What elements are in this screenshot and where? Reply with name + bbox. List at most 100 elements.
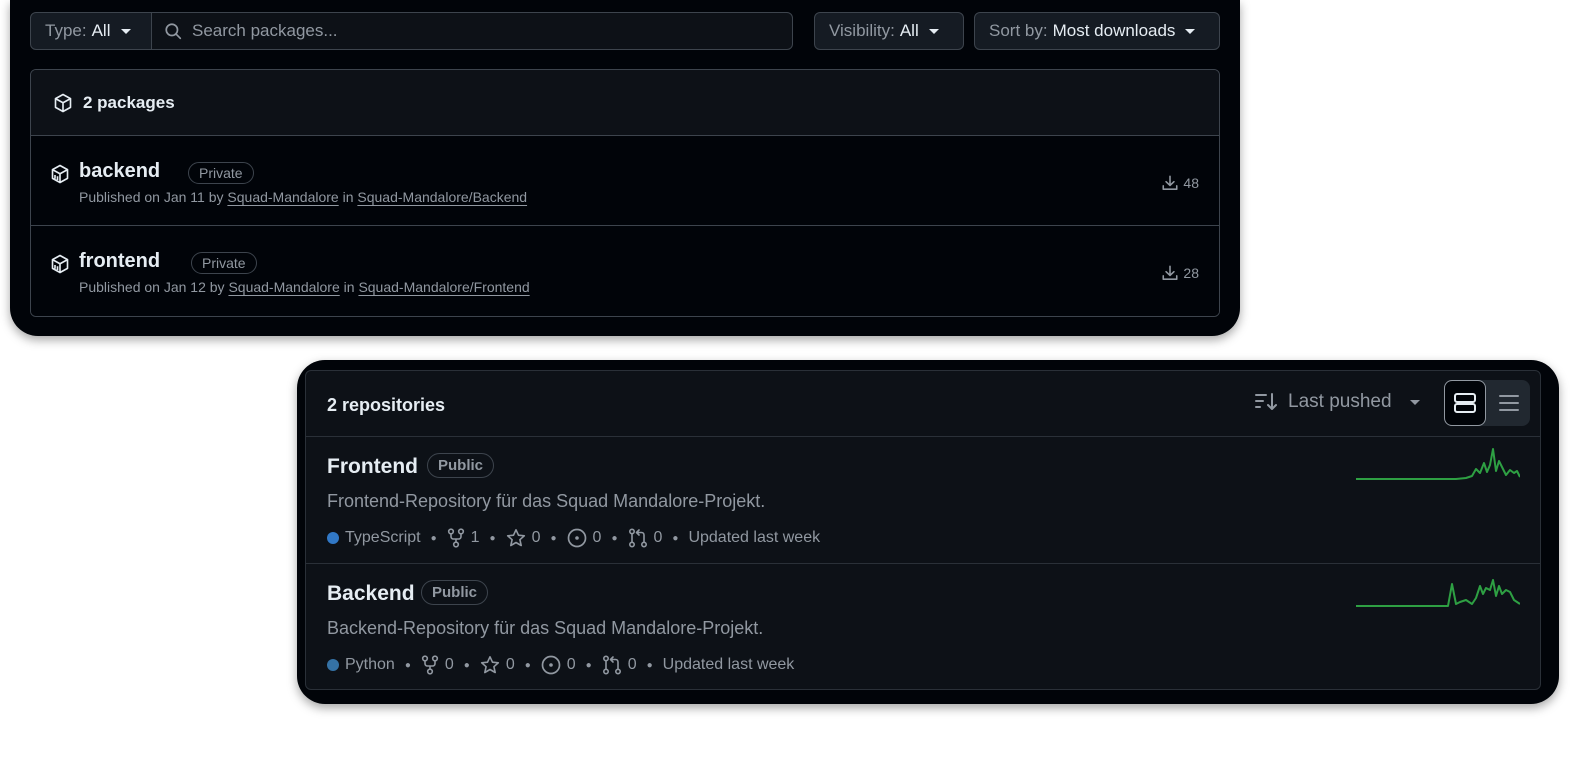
issue-icon — [541, 655, 561, 675]
list-view-icon — [1499, 395, 1519, 411]
sort-repositories-label: Last pushed — [1288, 391, 1392, 412]
visibility-filter-value: All — [899, 21, 919, 40]
type-filter-value: All — [91, 21, 111, 40]
star-icon — [480, 656, 499, 674]
repositories-panel: 2 repositories Last pushed Frontend Publ… — [297, 360, 1559, 704]
separator: ● — [550, 532, 557, 544]
repository-stats: TypeScript ● 1 ● 0 ● 0 ● 0 ● Updated las… — [327, 528, 820, 548]
fork-icon — [421, 655, 438, 675]
caret-down-icon — [120, 28, 131, 34]
updated-text: Updated last week — [688, 529, 821, 546]
issues-stat[interactable]: 0 — [567, 528, 602, 548]
card-view-button[interactable] — [1444, 380, 1486, 426]
pull-requests-count: 0 — [653, 529, 663, 546]
sort-filter-button[interactable]: Sort by: Most downloads — [974, 12, 1220, 50]
stars-count: 0 — [505, 656, 515, 673]
published-text: Published on Jan 12 by — [79, 279, 225, 295]
pull-requests-count: 0 — [627, 656, 637, 673]
separator: ● — [430, 532, 437, 544]
repository-row: Frontend Public Frontend-Repository für … — [306, 437, 1540, 564]
repository-description: Backend-Repository für das Squad Mandalo… — [327, 618, 764, 638]
stars-stat[interactable]: 0 — [480, 655, 515, 675]
packages-list: 2 packages backend Private Published on … — [30, 69, 1220, 317]
view-toggle — [1444, 380, 1530, 426]
separator: ● — [585, 659, 592, 671]
container-icon — [51, 254, 69, 274]
forks-count: 1 — [470, 529, 480, 546]
issues-count: 0 — [566, 656, 576, 673]
package-icon — [54, 93, 72, 112]
owner-link[interactable]: Squad-Mandalore — [227, 189, 338, 205]
packages-panel: Type: All Visibility: All Sort by: Most … — [10, 0, 1240, 336]
download-count: 28 — [1161, 264, 1199, 282]
search-icon — [165, 23, 182, 40]
pull-request-icon — [628, 528, 647, 548]
caret-down-icon — [1185, 28, 1196, 34]
pull-requests-stat[interactable]: 0 — [602, 655, 637, 675]
repository-name-link[interactable]: Frontend — [327, 455, 418, 479]
package-row: frontend Private Published on Jan 12 by … — [31, 226, 1219, 316]
repositories-count: 2 repositories — [327, 395, 446, 415]
separator: ● — [672, 532, 679, 544]
repository-description: Frontend-Repository für das Squad Mandal… — [327, 491, 766, 511]
language-color-dot — [327, 532, 339, 544]
in-text: in — [342, 189, 354, 205]
search-packages-input[interactable] — [190, 20, 774, 42]
repository-name-link[interactable]: Backend — [327, 582, 415, 606]
repository-link[interactable]: Squad-Mandalore/Frontend — [358, 279, 529, 295]
issues-count: 0 — [592, 529, 602, 546]
issues-stat[interactable]: 0 — [541, 655, 576, 675]
separator: ● — [463, 659, 470, 671]
download-count-value: 48 — [1183, 175, 1199, 191]
list-view-button[interactable] — [1488, 380, 1530, 426]
visibility-filter-label: Visibility: — [829, 21, 895, 40]
sort-repositories-button[interactable]: Last pushed — [1254, 391, 1420, 413]
container-icon — [51, 164, 69, 184]
forks-count: 0 — [444, 656, 454, 673]
sort-filter-value: Most downloads — [1052, 21, 1176, 40]
forks-stat[interactable]: 0 — [421, 655, 454, 675]
visibility-badge: Private — [188, 162, 254, 184]
visibility-filter-button[interactable]: Visibility: All — [814, 12, 964, 50]
fork-icon — [447, 528, 464, 548]
repository-stats: Python ● 0 ● 0 ● 0 ● 0 ● Updated last we… — [327, 655, 794, 675]
type-filter-button[interactable]: Type: All — [30, 12, 152, 50]
pull-requests-stat[interactable]: 0 — [628, 528, 663, 548]
forks-stat[interactable]: 1 — [447, 528, 480, 548]
visibility-badge: Private — [191, 252, 257, 274]
separator: ● — [611, 532, 618, 544]
package-name-link[interactable]: frontend — [79, 250, 160, 273]
package-name-link[interactable]: backend — [79, 160, 160, 183]
separator: ● — [489, 532, 496, 544]
stars-count: 0 — [531, 529, 541, 546]
repositories-list: 2 repositories Last pushed Frontend Publ… — [305, 370, 1541, 690]
package-meta: Published on Jan 11 by Squad-Mandalore i… — [79, 189, 527, 205]
repository-row: Backend Public Backend-Repository für da… — [306, 564, 1540, 689]
download-count: 48 — [1161, 174, 1199, 192]
separator: ● — [646, 659, 653, 671]
stars-stat[interactable]: 0 — [506, 528, 541, 548]
activity-sparkline — [1356, 448, 1520, 480]
language-color-dot — [327, 659, 339, 671]
published-text: Published on Jan 11 by — [79, 189, 224, 205]
download-count-value: 28 — [1183, 265, 1199, 281]
separator: ● — [524, 659, 531, 671]
packages-count: 2 packages — [83, 92, 175, 112]
download-icon — [1162, 265, 1178, 280]
in-text: in — [343, 279, 355, 295]
issue-icon — [567, 528, 586, 548]
card-view-icon — [1454, 393, 1476, 413]
type-filter-label: Type: — [45, 21, 87, 40]
language-label: Python — [345, 656, 395, 673]
search-packages-box[interactable] — [151, 12, 793, 50]
visibility-badge: Public — [427, 453, 495, 478]
caret-down-icon — [928, 28, 939, 34]
repository-link[interactable]: Squad-Mandalore/Backend — [357, 189, 527, 205]
activity-sparkline — [1356, 579, 1520, 607]
owner-link[interactable]: Squad-Mandalore — [228, 279, 339, 295]
sort-filter-label: Sort by: — [989, 21, 1048, 40]
packages-header: 2 packages — [31, 70, 1219, 136]
separator: ● — [404, 659, 411, 671]
package-meta: Published on Jan 12 by Squad-Mandalore i… — [79, 279, 530, 295]
visibility-badge: Public — [421, 580, 489, 605]
